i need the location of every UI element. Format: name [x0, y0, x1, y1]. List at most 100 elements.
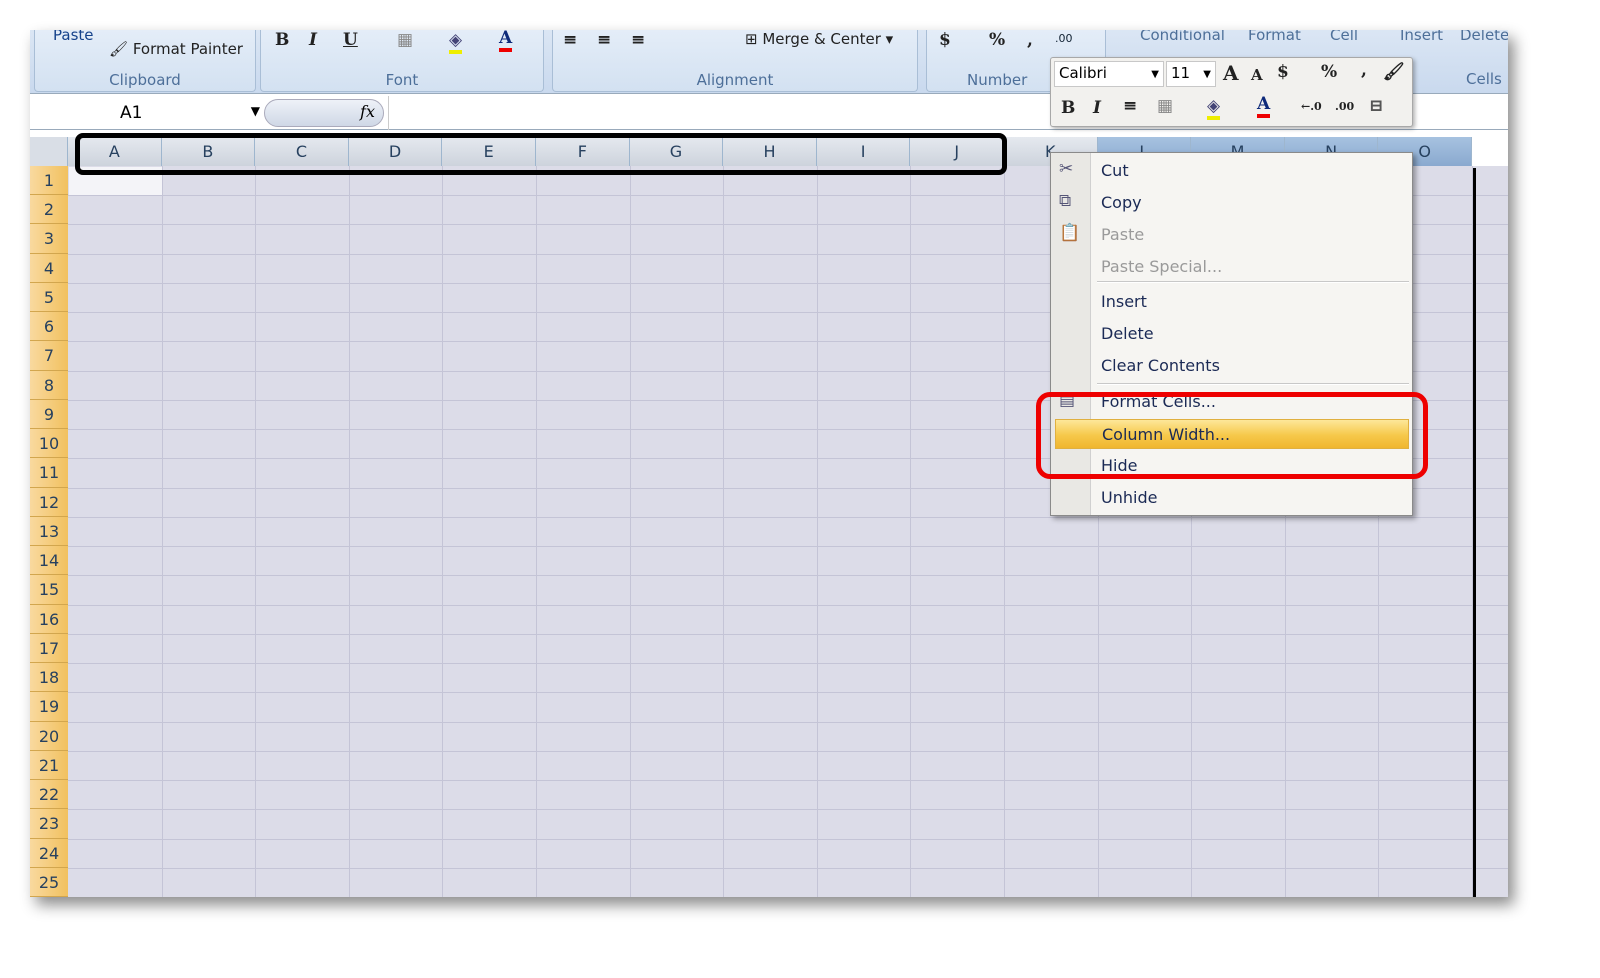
row-header-5[interactable]: 5 [30, 282, 68, 313]
font-size-select[interactable]: 11 ▼ [1166, 61, 1216, 87]
row-header-10[interactable]: 10 [30, 429, 68, 459]
clipboard-label: Clipboard [109, 71, 181, 89]
font-group: B I U ▦ ◈ A Font [260, 30, 544, 92]
shrink-font-button[interactable]: A [1251, 66, 1263, 84]
italic-button[interactable]: I [309, 30, 317, 50]
row-header-1[interactable]: 1 [30, 166, 68, 196]
font-name-select[interactable]: Calibri ▼ [1054, 61, 1164, 87]
menu-item-unhide[interactable]: Unhide [1055, 483, 1409, 513]
row-header-21[interactable]: 21 [30, 750, 68, 781]
percent-button[interactable]: % [1321, 62, 1337, 82]
chevron-down-icon[interactable]: ▼ [251, 104, 260, 118]
menu-item-cut[interactable]: ✂ Cut [1055, 156, 1409, 186]
row-header-7[interactable]: 7 [30, 341, 68, 371]
gridline [161, 166, 163, 897]
align-center-icon[interactable]: ≡ [597, 30, 611, 50]
name-box[interactable]: A1 ▼ [34, 99, 260, 127]
row-header-11[interactable]: 11 [30, 458, 68, 488]
menu-item-label: Delete [1101, 324, 1154, 343]
menu-item-clear-contents[interactable]: Clear Contents [1055, 351, 1409, 381]
insert-cells-button[interactable]: Insert [1400, 30, 1443, 44]
row-header-16[interactable]: 16 [30, 604, 68, 634]
align-left-icon[interactable]: ≡ [563, 30, 577, 50]
italic-button[interactable]: I [1093, 98, 1101, 118]
menu-item-label: Paste Special... [1101, 257, 1223, 276]
gridline [68, 867, 1508, 869]
row-header-22[interactable]: 22 [30, 780, 68, 810]
fill-color-icon[interactable]: ◈ [449, 30, 463, 54]
gridline [68, 516, 1508, 518]
increase-decimal-icon[interactable]: ←.0 [1301, 100, 1322, 113]
clipboard-group: Paste 🖌 Format Painter Clipboard [34, 30, 256, 92]
currency-button[interactable]: $ [939, 30, 951, 50]
row-header-19[interactable]: 19 [30, 692, 68, 722]
row-header-3[interactable]: 3 [30, 224, 68, 254]
gridline [68, 809, 1508, 811]
alignment-label: Alignment [696, 71, 774, 89]
menu-item-delete[interactable]: Delete [1055, 319, 1409, 349]
comma-button[interactable]: , [1361, 60, 1367, 80]
gridline [723, 166, 725, 897]
menu-item-paste[interactable]: 📋 Paste [1055, 220, 1409, 250]
menu-item-copy[interactable]: ⧉ Copy [1055, 188, 1409, 218]
paste-button[interactable]: Paste [53, 30, 94, 44]
alignment-group: ≡ ≡ ≡ ⊞ Merge & Center ▾ Alignment [552, 30, 918, 92]
format-as-table-button[interactable]: Format [1248, 30, 1301, 44]
gridline [629, 166, 631, 897]
align-right-icon[interactable]: ≡ [631, 30, 645, 50]
row-header-24[interactable]: 24 [30, 838, 68, 868]
gridline [68, 633, 1508, 635]
bold-button[interactable]: B [275, 30, 289, 50]
increase-decimal-button[interactable]: .00 [1055, 32, 1073, 45]
comma-button[interactable]: , [1027, 30, 1033, 50]
percent-button[interactable]: % [989, 30, 1005, 50]
row-header-14[interactable]: 14 [30, 546, 68, 576]
row-header-13[interactable]: 13 [30, 516, 68, 547]
gridline [816, 166, 818, 897]
row-header-15[interactable]: 15 [30, 575, 68, 605]
menu-item-label: Unhide [1101, 488, 1158, 507]
cells-label: Cells [1466, 70, 1502, 88]
menu-item-paste-special[interactable]: Paste Special... [1055, 252, 1409, 282]
menu-separator [1097, 383, 1409, 385]
borders-icon[interactable]: ▦ [1157, 96, 1173, 116]
gridline [255, 166, 257, 897]
currency-button[interactable]: $ [1277, 62, 1289, 82]
mini-toolbar: Calibri ▼ 11 ▼ A A $ % , 🖌 B I ≡ ▦ ◈ A ←.0… [1050, 57, 1413, 127]
borders-icon[interactable]: ▦ [397, 30, 413, 50]
row-header-6[interactable]: 6 [30, 312, 68, 342]
merge-cells-icon[interactable]: ⊟ [1369, 96, 1383, 116]
grow-font-button[interactable]: A [1223, 61, 1239, 85]
format-painter-icon[interactable]: 🖌 [1383, 62, 1405, 82]
merge-center-button[interactable]: ⊞ Merge & Center ▾ [745, 30, 893, 48]
format-painter-button[interactable]: 🖌 Format Painter [109, 40, 243, 58]
menu-item-insert[interactable]: Insert [1055, 287, 1409, 317]
row-header-18[interactable]: 18 [30, 663, 68, 693]
bold-button[interactable]: B [1061, 98, 1075, 118]
gridline [1004, 166, 1005, 897]
decrease-decimal-icon[interactable]: .00 [1335, 100, 1354, 113]
gridline [68, 780, 1508, 782]
font-color-button[interactable]: A [1257, 94, 1271, 118]
menu-separator [1097, 281, 1409, 283]
row-header-8[interactable]: 8 [30, 370, 68, 400]
cell-styles-button[interactable]: Cell [1330, 30, 1358, 44]
conditional-formatting-button[interactable]: Conditional [1140, 30, 1225, 44]
gridline [536, 166, 537, 897]
row-header-25[interactable]: 25 [30, 867, 68, 897]
insert-function-icon[interactable]: fx [360, 102, 375, 121]
row-header-12[interactable]: 12 [30, 487, 68, 517]
row-header-23[interactable]: 23 [30, 809, 68, 839]
fill-color-icon[interactable]: ◈ [1207, 96, 1221, 120]
row-header-4[interactable]: 4 [30, 253, 68, 283]
select-all-button[interactable] [30, 137, 68, 166]
row-header-20[interactable]: 20 [30, 721, 68, 751]
row-header-9[interactable]: 9 [30, 399, 68, 430]
row-header-17[interactable]: 17 [30, 633, 68, 664]
scissors-icon: ✂ [1059, 159, 1074, 179]
underline-button[interactable]: U [343, 30, 358, 50]
delete-cells-button[interactable]: Delete [1460, 30, 1508, 44]
center-align-icon[interactable]: ≡ [1123, 96, 1137, 116]
row-header-2[interactable]: 2 [30, 195, 68, 225]
font-color-icon[interactable]: A [499, 30, 513, 52]
